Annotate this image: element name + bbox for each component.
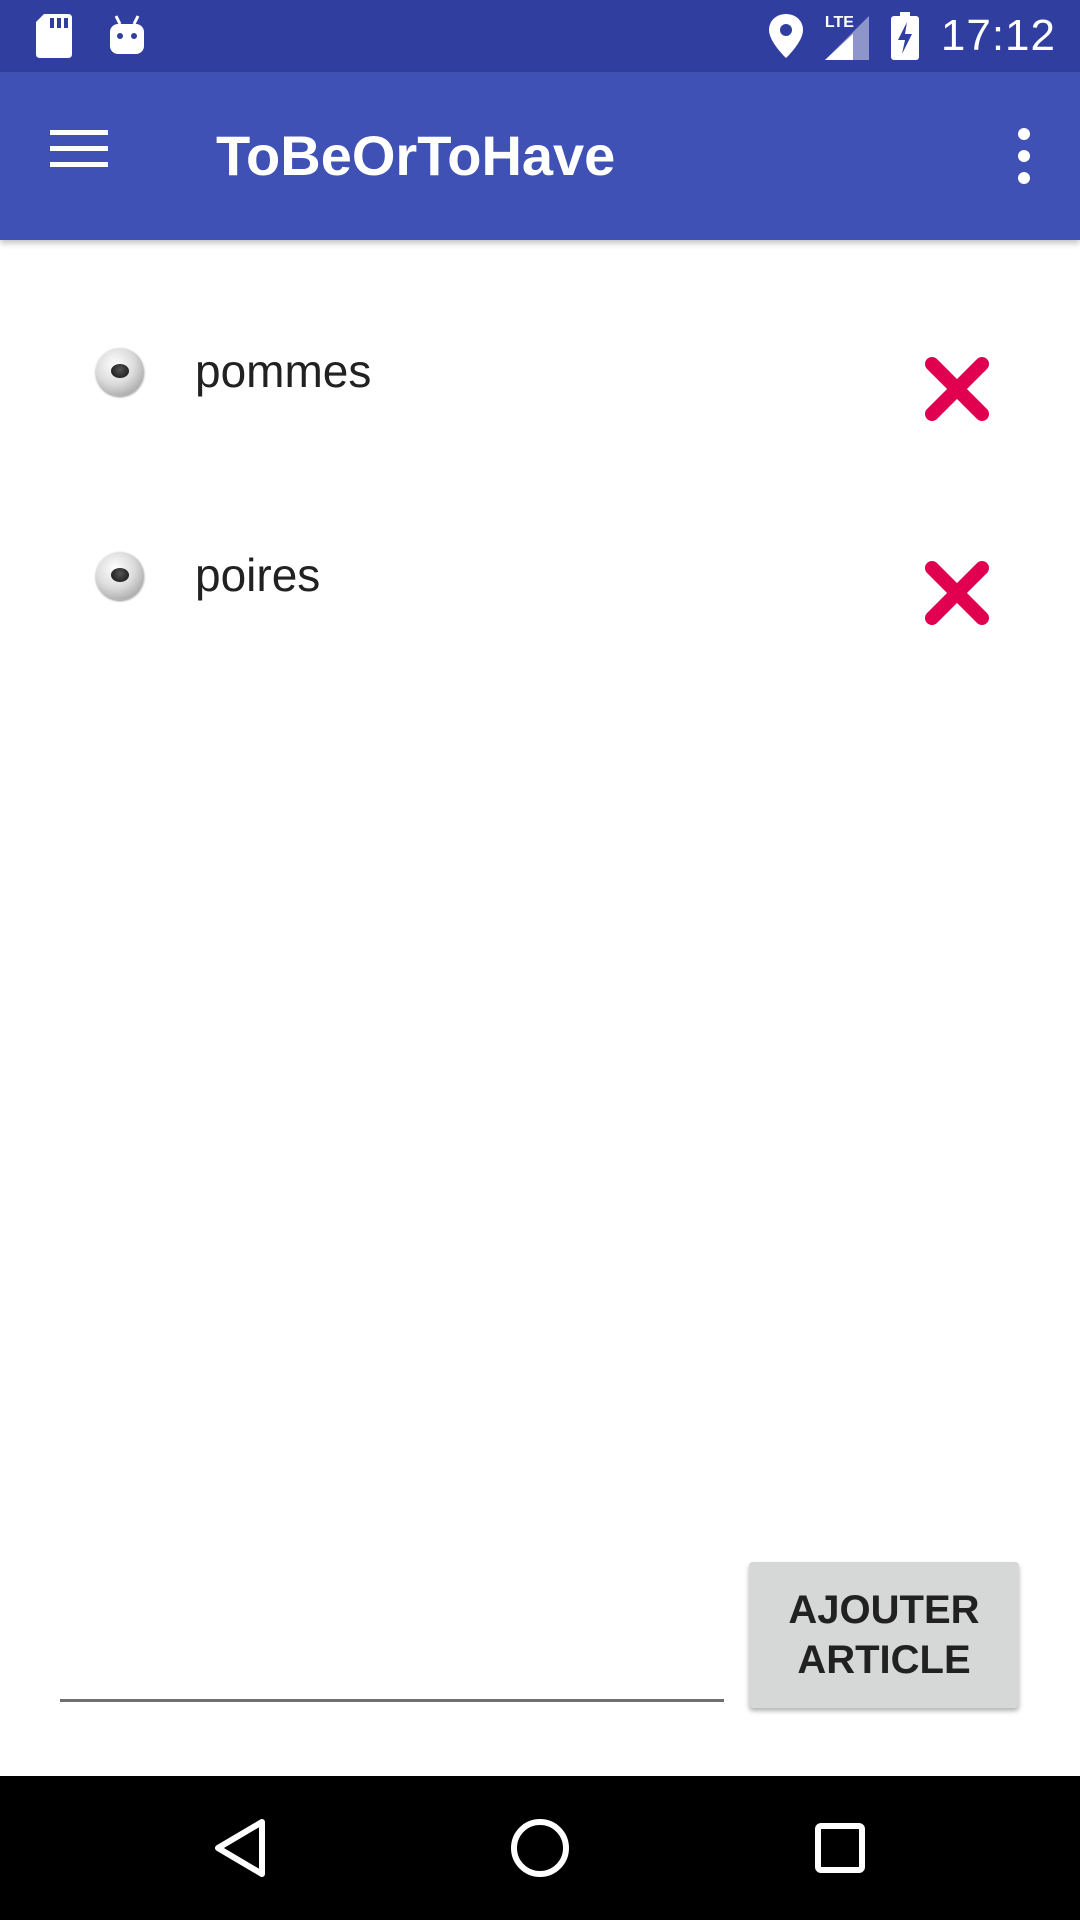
item-list: pommes poires [0,300,1080,708]
list-item: poires [0,504,1080,708]
home-button[interactable] [504,1812,576,1884]
item-radio[interactable] [96,348,144,396]
home-icon [511,1819,569,1877]
recents-icon [815,1823,865,1873]
overflow-menu-button[interactable] [994,124,1054,188]
new-item-input[interactable] [60,1580,724,1702]
signal-icon [824,16,869,60]
back-button[interactable] [204,1812,276,1884]
item-label: pommes [195,345,372,397]
status-time: 17:12 [940,11,1056,60]
add-button-label-line2: ARTICLE [797,1638,971,1682]
status-right-icons: LTE 17:12 [768,0,1056,72]
status-bar: LTE 17:12 [0,0,1080,72]
more-vert-icon [1018,128,1030,184]
list-item: pommes [0,300,1080,504]
delete-item-button[interactable] [922,354,992,424]
android-icon [110,15,144,54]
menu-button[interactable] [50,126,118,186]
back-icon [215,1819,265,1877]
app-bar: ToBeOrToHave [0,72,1080,240]
item-label: poires [195,549,321,601]
add-button-label-line1: AJOUTER [788,1588,980,1632]
app-title: ToBeOrToHave [216,124,616,187]
status-left-icons [36,14,146,58]
battery-charging-icon [890,12,919,60]
hamburger-menu-icon [50,130,108,167]
item-radio[interactable] [96,552,144,600]
delete-item-button[interactable] [922,558,992,628]
navigation-bar [0,1776,1080,1920]
close-icon [925,357,989,421]
new-item-field-wrapper [60,1580,724,1704]
add-article-button[interactable]: AJOUTER ARTICLE [749,1562,1019,1708]
recents-button[interactable] [804,1812,876,1884]
close-icon [925,561,989,625]
sd-card-icon [36,14,72,58]
location-icon [768,14,803,58]
signal-indicator: LTE [824,12,869,60]
